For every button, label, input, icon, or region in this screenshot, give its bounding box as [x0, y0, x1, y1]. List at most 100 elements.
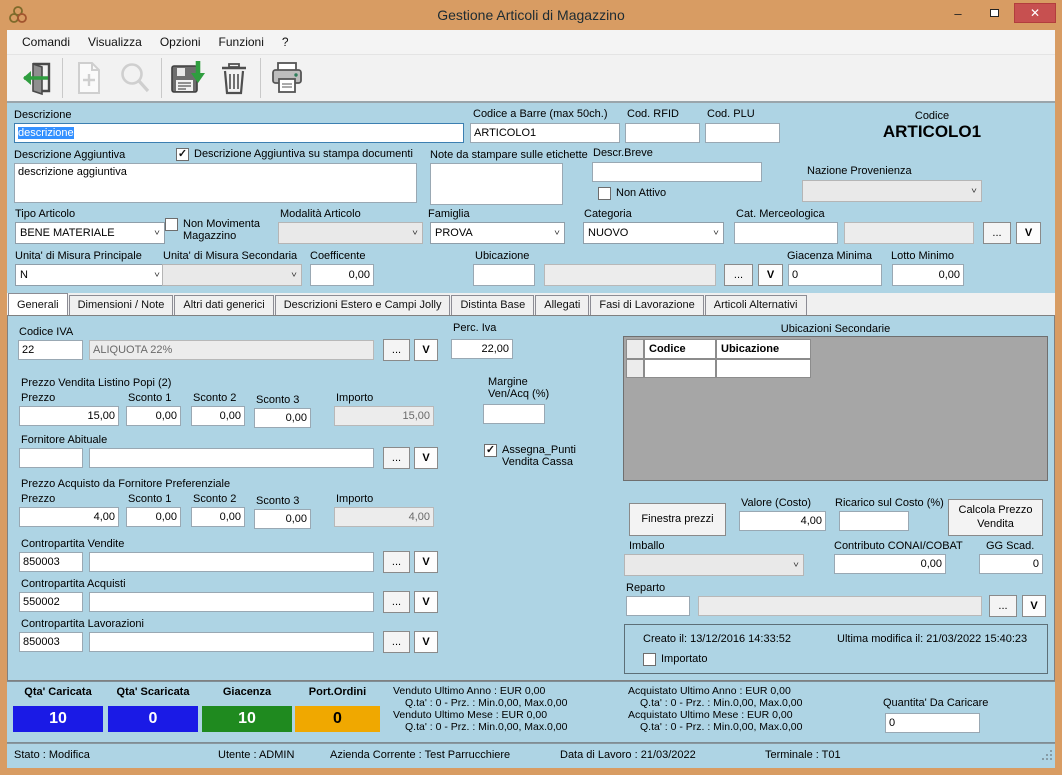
sconto2-acquisto-input[interactable]: 0,00: [191, 507, 245, 527]
gg-scad-input[interactable]: 0: [979, 554, 1043, 574]
contropartita-lavorazioni-label: Contropartita Lavorazioni: [21, 618, 144, 630]
importato-checkbox[interactable]: Importato: [643, 653, 707, 666]
minimize-button[interactable]: –: [942, 3, 974, 23]
non-movimenta-checkbox[interactable]: Non Movimenta Magazzino: [165, 218, 270, 242]
cat-merceologica-view-button[interactable]: V: [1016, 222, 1041, 244]
ubicazione-lookup-button[interactable]: ...: [724, 264, 753, 286]
menu-visualizza[interactable]: Visualizza: [79, 31, 151, 53]
tab-distinta-base[interactable]: Distinta Base: [451, 295, 534, 315]
delete-button[interactable]: [211, 56, 257, 100]
toolbar-separator: [260, 58, 261, 98]
menu-funzioni[interactable]: Funzioni: [210, 31, 273, 53]
famiglia-select[interactable]: PROVA˅: [430, 222, 565, 244]
tab-descrizioni-estero[interactable]: Descrizioni Estero e Campi Jolly: [275, 295, 451, 315]
reparto-input[interactable]: [626, 596, 690, 616]
quantita-da-caricare-label: Quantita' Da Caricare: [883, 697, 988, 709]
coefficente-label: Coefficente: [310, 250, 365, 262]
perc-iva-input[interactable]: 22,00: [451, 339, 513, 359]
importo-acquisto-field: 4,00: [334, 507, 434, 527]
venduto-anno-text: Venduto Ultimo Anno : EUR 0,00: [393, 685, 545, 697]
valore-costo-label: Valore (Costo): [741, 497, 811, 509]
maximize-button[interactable]: [978, 3, 1010, 23]
cat-merceologica-label: Cat. Merceologica: [736, 208, 825, 220]
sconto3-acquisto-input[interactable]: 0,00: [254, 509, 311, 529]
tab-articoli-alternativi[interactable]: Articoli Alternativi: [705, 295, 807, 315]
fornitore-view-button[interactable]: V: [414, 447, 438, 469]
codice-iva-input[interactable]: 22: [18, 340, 83, 360]
save-button[interactable]: [165, 56, 211, 100]
non-attivo-checkbox[interactable]: Non Attivo: [598, 187, 666, 200]
close-button[interactable]: ✕: [1014, 3, 1056, 23]
contropartita-acquisti-input[interactable]: 550002: [19, 592, 83, 612]
coefficente-input[interactable]: 0,00: [310, 264, 374, 286]
fornitore-lookup-button[interactable]: ...: [383, 447, 410, 469]
table-cell-codice[interactable]: [644, 359, 716, 378]
contributo-conai-input[interactable]: 0,00: [834, 554, 946, 574]
contropartita-vendite-view-button[interactable]: V: [414, 551, 438, 573]
prezzo-vendita-input[interactable]: 15,00: [19, 406, 119, 426]
contropartita-lavorazioni-desc[interactable]: [89, 632, 374, 652]
codice-barre-input[interactable]: ARTICOLO1: [470, 123, 620, 143]
descrizione-aggiuntiva-textarea[interactable]: descrizione aggiuntiva: [14, 163, 417, 203]
table-cell-ubicazione[interactable]: [716, 359, 811, 378]
tab-altri-dati[interactable]: Altri dati generici: [174, 295, 273, 315]
fornitore-code-input[interactable]: [19, 448, 83, 468]
tab-generali[interactable]: Generali: [8, 293, 68, 315]
ubicazione-label: Ubicazione: [475, 250, 529, 262]
tab-fasi-lavorazione[interactable]: Fasi di Lavorazione: [590, 295, 703, 315]
menu-help[interactable]: ?: [273, 31, 298, 53]
giacenza-minima-input[interactable]: 0: [788, 264, 882, 286]
menu-opzioni[interactable]: Opzioni: [151, 31, 210, 53]
sconto1-vendita-input[interactable]: 0,00: [126, 406, 181, 426]
tipo-articolo-select[interactable]: BENE MATERIALE˅: [15, 222, 165, 244]
fornitore-desc-input[interactable]: [89, 448, 374, 468]
print-button[interactable]: [264, 56, 310, 100]
ubicazioni-secondarie-table[interactable]: Codice Ubicazione: [626, 339, 811, 378]
sconto2-vendita-input[interactable]: 0,00: [191, 406, 245, 426]
assegna-punti-checkbox[interactable]: Assegna_Punti Vendita Cassa: [484, 444, 584, 468]
sconto3-vendita-input[interactable]: 0,00: [254, 408, 311, 428]
codice-iva-lookup-button[interactable]: ...: [383, 339, 410, 361]
tab-allegati[interactable]: Allegati: [535, 295, 589, 315]
codice-iva-view-button[interactable]: V: [414, 339, 438, 361]
contropartita-vendite-desc[interactable]: [89, 552, 374, 572]
ubicazione-desc: [544, 264, 716, 286]
lotto-minimo-input[interactable]: 0,00: [892, 264, 964, 286]
famiglia-label: Famiglia: [428, 208, 470, 220]
categoria-select[interactable]: NUOVO˅: [583, 222, 724, 244]
cat-merceologica-input[interactable]: [734, 222, 838, 244]
sconto1-acquisto-input[interactable]: 0,00: [126, 507, 181, 527]
quantita-da-caricare-input[interactable]: 0: [885, 713, 980, 733]
valore-costo-input[interactable]: 4,00: [739, 511, 826, 531]
note-etichette-textarea[interactable]: [430, 163, 563, 205]
stampa-documenti-checkbox[interactable]: Descrizione Aggiuntiva su stampa documen…: [176, 148, 426, 161]
margine-input[interactable]: [483, 404, 545, 424]
contropartita-lavorazioni-view-button[interactable]: V: [414, 631, 438, 653]
prezzo-acquisto-input[interactable]: 4,00: [19, 507, 119, 527]
cod-plu-input[interactable]: [705, 123, 780, 143]
contropartita-acquisti-view-button[interactable]: V: [414, 591, 438, 613]
tab-dimensioni-note[interactable]: Dimensioni / Note: [69, 295, 174, 315]
resize-grip[interactable]: [1041, 748, 1053, 766]
reparto-view-button[interactable]: V: [1022, 595, 1046, 617]
contropartita-acquisti-desc[interactable]: [89, 592, 374, 612]
ubicazione-input[interactable]: [473, 264, 535, 286]
contropartita-acquisti-lookup-button[interactable]: ...: [383, 591, 410, 613]
contropartita-lavorazioni-lookup-button[interactable]: ...: [383, 631, 410, 653]
descrizione-input[interactable]: descrizione: [14, 123, 464, 143]
menu-comandi[interactable]: Comandi: [13, 31, 79, 53]
exit-button[interactable]: [13, 56, 59, 100]
contropartita-vendite-lookup-button[interactable]: ...: [383, 551, 410, 573]
um-principale-select[interactable]: N˅: [15, 264, 165, 286]
contropartita-vendite-input[interactable]: 850003: [19, 552, 83, 572]
ubicazione-view-button[interactable]: V: [758, 264, 783, 286]
reparto-lookup-button[interactable]: ...: [989, 595, 1017, 617]
contropartita-lavorazioni-input[interactable]: 850003: [19, 632, 83, 652]
finestra-prezzi-button[interactable]: Finestra prezzi: [629, 503, 726, 536]
cat-merceologica-lookup-button[interactable]: ...: [983, 222, 1011, 244]
tab-panel-generali: Codice IVA 22 ALIQUOTA 22% ... V Perc. I…: [7, 315, 1055, 681]
calcola-prezzo-button[interactable]: Calcola Prezzo Vendita: [948, 499, 1043, 536]
descr-breve-input[interactable]: [592, 162, 762, 182]
cod-rfid-input[interactable]: [625, 123, 700, 143]
ricarico-input[interactable]: [839, 511, 909, 531]
